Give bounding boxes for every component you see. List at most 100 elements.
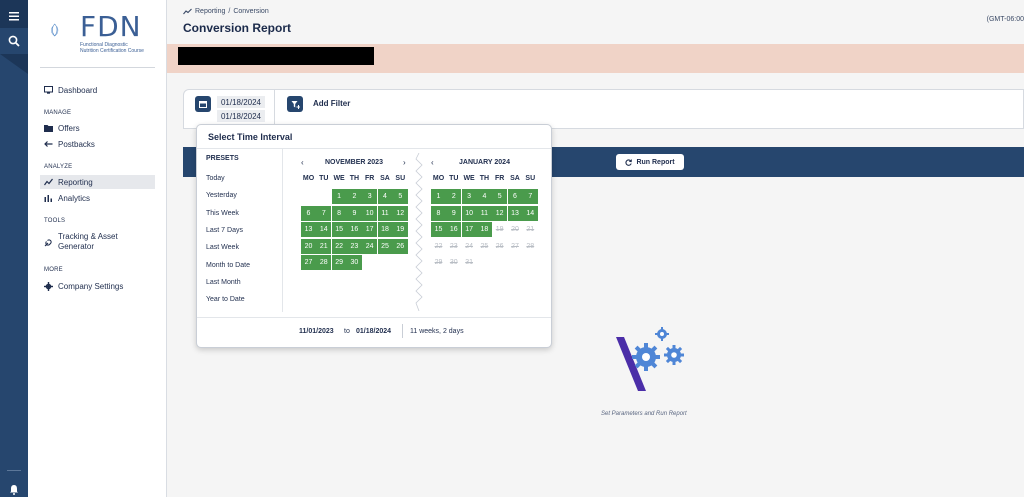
calendar-day: 30: [449, 259, 458, 266]
section-analyze: ANALYZE: [44, 164, 73, 170]
sidebar-item-reporting[interactable]: Reporting: [40, 175, 155, 189]
calendar-day[interactable]: 19: [392, 222, 408, 237]
calendar-day[interactable]: 7: [522, 189, 538, 204]
calendar-day[interactable]: 20: [301, 238, 316, 254]
link-icon: [44, 238, 52, 246]
sidebar-item-label: Reporting: [58, 177, 93, 187]
weekday-header: TH: [349, 175, 360, 182]
preset-option[interactable]: Last Week: [206, 244, 239, 251]
page-title: Conversion Report: [183, 21, 292, 35]
calendar-day[interactable]: 16: [346, 222, 362, 237]
calendar-day[interactable]: 15: [431, 222, 446, 237]
calendar-day[interactable]: 21: [316, 238, 332, 254]
calendar-day[interactable]: 17: [362, 222, 378, 237]
calendar-day[interactable]: 2: [346, 189, 362, 204]
calendar-day[interactable]: 8: [431, 205, 446, 221]
prev-month-right-icon[interactable]: ‹: [431, 158, 434, 167]
calendar-day[interactable]: 27: [301, 255, 316, 270]
weekday-header: TU: [319, 175, 329, 182]
calendar-day[interactable]: 18: [377, 222, 393, 237]
calendar-day[interactable]: 11: [476, 205, 492, 221]
sidebar-item-label: Company Settings: [58, 281, 124, 291]
calendar-day[interactable]: 10: [362, 205, 378, 221]
calendar-day: 27: [511, 242, 519, 250]
add-filter-button[interactable]: Add Filter: [313, 99, 350, 108]
calendar-day[interactable]: 17: [461, 222, 477, 237]
preset-option[interactable]: Yesterday: [206, 192, 237, 199]
run-report-button[interactable]: Run Report: [616, 154, 684, 170]
calendar-day[interactable]: 5: [492, 189, 508, 204]
calendar-day[interactable]: 3: [362, 189, 378, 204]
sidebar-item-analytics[interactable]: Analytics: [40, 191, 155, 205]
calendar-day[interactable]: 13: [507, 205, 523, 221]
calendar-day[interactable]: 18: [476, 222, 492, 237]
bell-icon[interactable]: [6, 481, 22, 497]
empty-state-text: Set Parameters and Run Report: [601, 411, 687, 417]
calendar-icon[interactable]: [195, 96, 211, 112]
calendar-day[interactable]: 14: [316, 222, 332, 237]
popup-title: Select Time Interval: [208, 132, 293, 142]
calendar-day[interactable]: 10: [461, 205, 477, 221]
sidebar-item-label: Offers: [58, 123, 80, 133]
calendar-day[interactable]: 13: [301, 222, 316, 237]
calendar-day[interactable]: 4: [476, 189, 492, 204]
logo-text: FDN: [80, 10, 142, 43]
breadcrumb-parent[interactable]: Reporting: [195, 8, 225, 15]
next-month-left-icon[interactable]: ›: [403, 158, 406, 167]
calendar-day[interactable]: 3: [461, 189, 477, 204]
presets-divider: [282, 149, 283, 312]
sidebar-item-postbacks[interactable]: Postbacks: [40, 137, 155, 151]
preset-option[interactable]: Month to Date: [206, 262, 250, 269]
redacted-block: [178, 47, 374, 65]
sidebar-item-label: Postbacks: [58, 139, 95, 149]
preset-option[interactable]: Today: [206, 175, 225, 182]
weekday-header: SU: [525, 175, 536, 182]
calendar-day[interactable]: 26: [392, 238, 408, 254]
calendar-day[interactable]: 6: [301, 205, 316, 221]
prev-month-left-icon[interactable]: ‹: [301, 158, 304, 167]
calendar-day[interactable]: 4: [377, 189, 393, 204]
calendar-day[interactable]: 6: [507, 189, 523, 204]
timezone-label[interactable]: (GMT-06:00: [987, 16, 1024, 23]
calendar-day[interactable]: 1: [431, 189, 446, 204]
calendar-day[interactable]: 2: [446, 189, 462, 204]
calendar-day[interactable]: 24: [362, 238, 378, 254]
icon-rail: [0, 0, 28, 497]
filter-icon[interactable]: [287, 96, 303, 112]
folder-icon: [44, 125, 53, 132]
calendar-day[interactable]: 29: [331, 255, 347, 270]
preset-option[interactable]: Last 7 Days: [206, 227, 243, 234]
calendar-day[interactable]: 7: [316, 205, 332, 221]
sidebar-item-company-settings[interactable]: Company Settings: [40, 279, 155, 293]
calendar-day[interactable]: 12: [492, 205, 508, 221]
calendar-day[interactable]: 11: [377, 205, 393, 221]
calendar-day[interactable]: 9: [446, 205, 462, 221]
calendar-day: 26: [495, 242, 504, 250]
calendar-day: 19: [495, 226, 504, 233]
calendar-day[interactable]: 14: [522, 205, 538, 221]
calendar-day[interactable]: 15: [331, 222, 347, 237]
calendar-day[interactable]: 23: [346, 238, 362, 254]
sidebar-item-offers[interactable]: Offers: [40, 121, 155, 135]
calendar-day[interactable]: 22: [331, 238, 347, 254]
calendar-day[interactable]: 5: [392, 189, 408, 204]
date-start-field[interactable]: 01/18/2024: [217, 96, 265, 108]
sidebar-item-label: Analytics: [58, 193, 91, 203]
calendar-day[interactable]: 1: [331, 189, 347, 204]
calendar-day[interactable]: 25: [377, 238, 393, 254]
preset-option[interactable]: Year to Date: [206, 296, 245, 303]
calendar-day[interactable]: 28: [316, 255, 332, 270]
weekday-header: SA: [380, 175, 390, 182]
calendar-day[interactable]: 8: [331, 205, 347, 221]
calendar-day[interactable]: 16: [446, 222, 462, 237]
preset-option[interactable]: This Week: [206, 210, 239, 217]
sidebar-item-dashboard[interactable]: Dashboard: [40, 83, 155, 97]
calendar-day[interactable]: 9: [346, 205, 362, 221]
search-icon[interactable]: [6, 33, 22, 49]
calendar-day[interactable]: 30: [346, 255, 362, 270]
calendar-day[interactable]: 12: [392, 205, 408, 221]
date-end-field[interactable]: 01/18/2024: [217, 110, 265, 122]
sidebar-item-tracking[interactable]: Tracking & Asset Generator: [40, 230, 155, 254]
hamburger-menu-icon[interactable]: [6, 8, 22, 24]
preset-option[interactable]: Last Month: [206, 279, 241, 286]
